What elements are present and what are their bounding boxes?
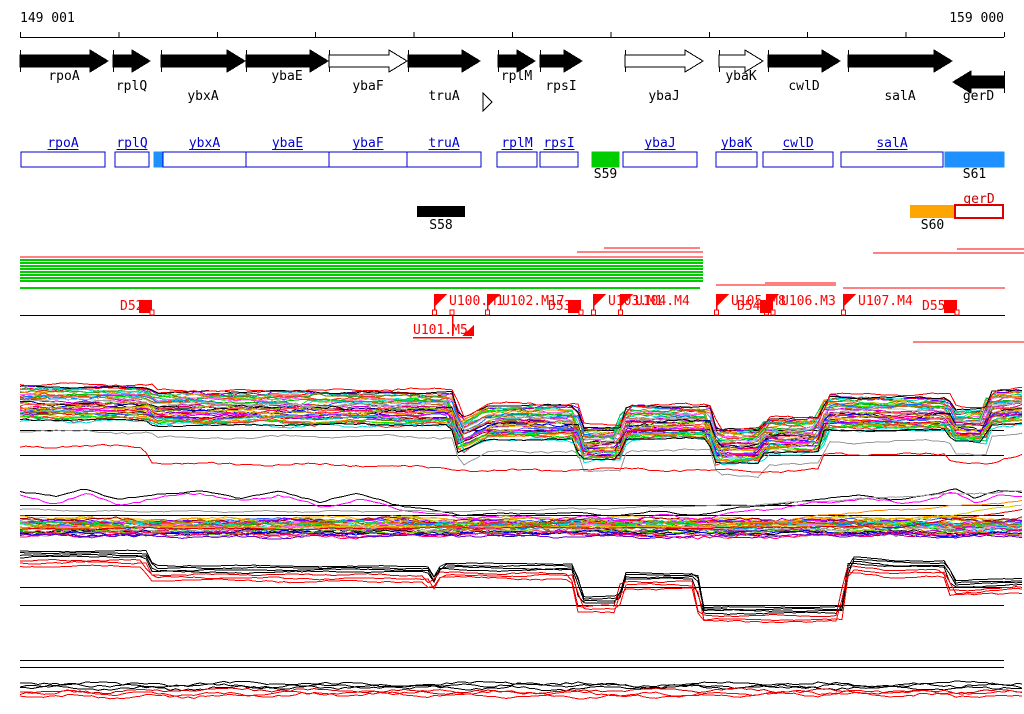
marker-anchor-square	[841, 309, 846, 316]
gene-arrow-salA[interactable]	[847, 49, 953, 73]
marker-label-D55[interactable]: D55	[922, 299, 945, 314]
marker-anchor-square	[591, 309, 596, 316]
ruler	[20, 32, 1005, 38]
gene-box-label-truA[interactable]: truA	[428, 136, 459, 151]
gene-box-label-ybaJ[interactable]: ybaJ	[644, 136, 675, 151]
marker-label-D53[interactable]: D53	[548, 299, 571, 314]
feature-label-S60: S60	[921, 218, 944, 233]
gene-arrow-rplQ[interactable]	[112, 49, 151, 73]
marker-flag-U103.M1[interactable]	[593, 294, 606, 307]
gene-arrow-label-ybxA: ybxA	[187, 89, 218, 104]
feature-box-S61[interactable]	[944, 151, 1005, 168]
gene-arrow-label-ybaK: ybaK	[725, 69, 756, 84]
gene-box-ybxA[interactable]	[162, 151, 247, 168]
gene-arrow-small[interactable]	[482, 91, 493, 113]
gene-arrow-track: rpoA rplQ ybxA ybaE ybaF truA rplM rpsI ybaJ ybaK…	[19, 49, 1005, 113]
feature-label-S58: S58	[429, 218, 452, 233]
marker-anchor-square	[432, 309, 437, 316]
profile-panel-4	[19, 660, 1023, 700]
feature-box-S59[interactable]	[591, 151, 620, 168]
gene-arrow-label-ybaF: ybaF	[352, 79, 383, 94]
marker-label-U106.M3[interactable]: U106.M3	[781, 294, 836, 309]
gene-box-label-rpsI[interactable]: rpsI	[543, 136, 574, 151]
gene-box-ybaF[interactable]	[328, 151, 408, 168]
gene-arrow-label-rplQ: rplQ	[116, 79, 147, 94]
gene-arrow-label-rplM: rplM	[501, 69, 532, 84]
gene-arrow-label-truA: truA	[428, 89, 459, 104]
gene-arrow-ybaF[interactable]	[328, 49, 408, 73]
gene-arrow-ybaJ[interactable]	[624, 49, 704, 73]
feature-label-gerD: gerD	[963, 192, 994, 207]
profile-line	[19, 444, 1023, 473]
profile-line	[19, 564, 1023, 624]
profile-panel-1	[19, 382, 1023, 478]
gene-box-truA[interactable]	[406, 151, 482, 168]
gene-arrow-truA[interactable]	[407, 49, 481, 73]
marker-anchor-square	[714, 309, 719, 316]
gene-box-ybaK[interactable]	[715, 151, 758, 168]
gene-box-label-S59: S59	[594, 167, 617, 182]
gene-box-label-ybxA[interactable]: ybxA	[189, 136, 220, 151]
marker-anchor-square	[618, 309, 623, 316]
profile-panel-2	[19, 488, 1023, 540]
gene-arrow-label-rpsI: rpsI	[545, 79, 576, 94]
gene-box-salA[interactable]	[840, 151, 944, 168]
marker-anchor-square	[149, 309, 155, 316]
profile-panel-3	[19, 549, 1023, 624]
gene-box-label-ybaF[interactable]: ybaF	[352, 136, 383, 151]
feature-box-anon[interactable]	[153, 151, 164, 168]
marker-label-U104.M4[interactable]: U104.M4	[635, 294, 690, 309]
marker-flag-U100.M1[interactable]	[434, 294, 447, 307]
gene-box-label-rpoA[interactable]: rpoA	[47, 136, 78, 151]
gene-box-rplM[interactable]	[496, 151, 538, 168]
gene-arrow-cwlD[interactable]	[767, 49, 841, 73]
gene-arrow-label-cwlD: cwlD	[788, 79, 819, 94]
feature-box-S58[interactable]	[417, 206, 465, 217]
gene-box-cwlD[interactable]	[762, 151, 834, 168]
marker-flag-U107.M4[interactable]	[843, 294, 856, 307]
marker-label-U107.M4[interactable]: U107.M4	[858, 294, 913, 309]
gene-box-ybaJ[interactable]	[622, 151, 698, 168]
gene-box-label-rplM[interactable]: rplM	[501, 136, 532, 151]
gene-arrow-label-rpoA: rpoA	[48, 69, 79, 84]
browser-canvas: rpoA rplQ ybxA ybaE ybaF truA rplM rpsI ybaJ ybaK…	[19, 32, 1024, 700]
marker-anchor-square	[954, 309, 960, 316]
gene-box-rpsI[interactable]	[539, 151, 579, 168]
gene-arrow-label-ybaE: ybaE	[271, 69, 302, 84]
gene-box-rplQ[interactable]	[114, 151, 150, 168]
marker-anchor-square	[770, 309, 776, 316]
feature-track: S58 S60 gerD	[417, 192, 1004, 233]
marker-flag-U105.M8[interactable]	[716, 294, 729, 307]
gene-box-label-cwlD[interactable]: cwlD	[782, 136, 813, 151]
feature-box-S60[interactable]	[910, 205, 955, 218]
profile-line	[19, 490, 1023, 514]
gene-box-label-rplQ[interactable]: rplQ	[116, 136, 147, 151]
genome-browser-view: 149 001 159 000 rpoA rplQ ybxA ybaE ybaF truA…	[0, 0, 1024, 714]
gene-arrow-label-gerD: gerD	[963, 89, 994, 104]
gene-box-label-salA[interactable]: salA	[876, 136, 907, 151]
gene-box-rpoA[interactable]	[20, 151, 106, 168]
gene-box-ybaE[interactable]	[245, 151, 330, 168]
gene-box-label-S61: S61	[963, 167, 986, 182]
gene-box-label-ybaE[interactable]: ybaE	[272, 136, 303, 151]
gene-arrow-rpsI[interactable]	[539, 49, 583, 73]
marker-track: U100.M1U102.M17 U103.M1U104.M4 U105.M8U106…	[20, 294, 1005, 339]
gene-arrow-label-salA: salA	[884, 89, 915, 104]
profile-line	[19, 553, 1023, 612]
marker-label-U101.M5[interactable]: U101.M5	[413, 323, 468, 338]
marker-anchor-square	[578, 309, 584, 316]
marker-anchor-square	[449, 309, 455, 316]
gene-box-label-ybaK[interactable]: ybaK	[721, 136, 752, 151]
gene-arrow-ybxA[interactable]	[160, 49, 246, 73]
marker-anchor-square	[485, 309, 490, 316]
gene-box-track: rpoA rplQ ybxA ybaE ybaF truA rplM rpsI S59 ybaJ y…	[20, 136, 1005, 182]
gene-arrow-label-ybaJ: ybaJ	[648, 89, 679, 104]
marker-label-D54[interactable]: D54	[737, 299, 761, 314]
